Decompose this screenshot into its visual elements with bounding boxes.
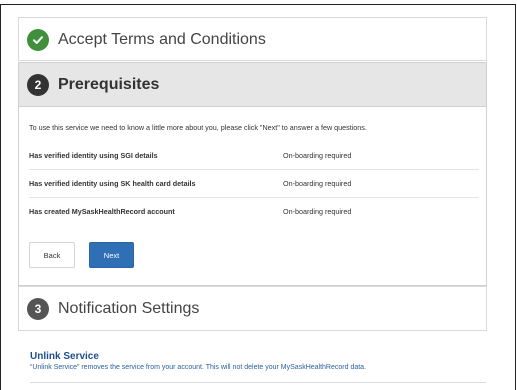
- next-button[interactable]: Next: [89, 242, 134, 268]
- step-title: Notification Settings: [58, 300, 200, 317]
- prerequisites-table: Has verified identity using SGI details …: [29, 142, 479, 225]
- step-header[interactable]: 3 Notification Settings: [19, 287, 486, 331]
- table-row: Has verified identity using SK health ca…: [29, 170, 479, 198]
- back-button[interactable]: Back: [29, 242, 75, 268]
- step-number-badge: 3: [27, 298, 49, 320]
- requirement-status: On-boarding required: [283, 207, 352, 216]
- checkmark-icon: [27, 29, 49, 51]
- step-title: Prerequisites: [58, 75, 160, 93]
- step-accept-terms[interactable]: Accept Terms and Conditions: [18, 17, 487, 61]
- step-notification-settings[interactable]: 3 Notification Settings: [18, 286, 487, 331]
- table-row: Has created MySaskHealthRecord account O…: [29, 198, 479, 225]
- table-row: Has verified identity using SGI details …: [29, 142, 479, 170]
- requirement-status: On-boarding required: [283, 179, 352, 188]
- unlink-section: Unlink Service “Unlink Service” removes …: [30, 351, 486, 371]
- unlink-service-link[interactable]: Unlink Service: [30, 351, 486, 362]
- requirement-label: Has created MySaskHealthRecord account: [29, 207, 175, 216]
- step-title: Accept Terms and Conditions: [58, 31, 266, 48]
- step-header[interactable]: Accept Terms and Conditions: [19, 18, 486, 62]
- unlink-description: “Unlink Service” removes the service fro…: [30, 364, 367, 371]
- step-prerequisites: 2 Prerequisites To use this service we n…: [18, 62, 487, 286]
- divider: [30, 382, 486, 383]
- requirement-label: Has verified identity using SK health ca…: [29, 179, 196, 188]
- prerequisites-intro: To use this service we need to know a li…: [29, 123, 367, 132]
- requirement-label: Has verified identity using SGI details: [29, 151, 158, 160]
- step-number-badge: 2: [27, 73, 49, 96]
- requirement-status: On-boarding required: [283, 151, 352, 160]
- step-header[interactable]: 2 Prerequisites: [19, 63, 486, 107]
